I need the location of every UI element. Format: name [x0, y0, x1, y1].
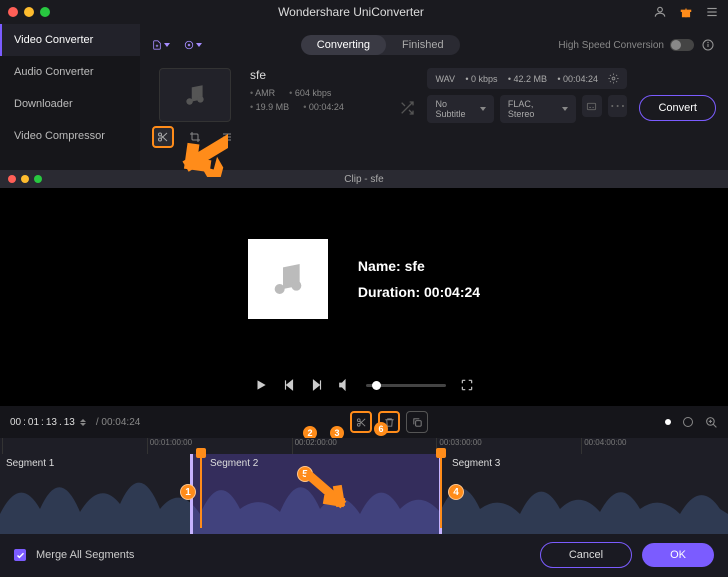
- zoom-in-icon[interactable]: [705, 416, 718, 429]
- zoom-controls: [665, 416, 718, 429]
- sidebar-item-downloader[interactable]: Downloader: [0, 88, 140, 120]
- user-icon[interactable]: [652, 4, 668, 20]
- high-speed-toggle-group: High Speed Conversion: [558, 37, 716, 53]
- zoom-marker-icon: [665, 419, 671, 425]
- subtitle-edit-icon[interactable]: [582, 95, 602, 117]
- close-window-icon[interactable]: [8, 7, 18, 17]
- segment-1-label: Segment 1: [6, 458, 54, 469]
- file-name: sfe: [250, 68, 387, 82]
- annotation-badge-1: 1: [180, 484, 196, 500]
- audio-track-select[interactable]: FLAC, Stereo: [500, 95, 576, 123]
- maximize-window-icon[interactable]: [40, 7, 50, 17]
- convert-button[interactable]: Convert: [639, 95, 716, 121]
- zoom-out-icon[interactable]: [683, 417, 693, 427]
- file-thumbnail[interactable]: [159, 68, 231, 122]
- preview-pane: Name: sfe Duration: 00:04:24: [0, 188, 728, 406]
- clip-tools: [350, 411, 428, 433]
- status-tabs: Converting Finished: [301, 35, 460, 55]
- gear-icon[interactable]: [608, 73, 619, 84]
- tab-converting[interactable]: Converting: [301, 35, 386, 55]
- window-controls: [8, 7, 50, 17]
- annotation-badge-6: 6: [374, 422, 388, 436]
- file-bitrate: 604 kbps: [289, 88, 331, 98]
- timecode-total: / 00:04:24: [96, 417, 140, 428]
- merge-checkbox[interactable]: [14, 549, 26, 561]
- preview-duration: Duration: 00:04:24: [358, 284, 480, 300]
- volume-icon[interactable]: [338, 378, 352, 392]
- volume-slider[interactable]: [366, 384, 446, 387]
- output-bitrate: 0 kbps: [465, 74, 497, 84]
- timecode-row: 00:01:13.13 / 00:04:24 2 3 6: [0, 406, 728, 438]
- output-size: 42.2 MB: [508, 74, 547, 84]
- sidebar-item-video-converter[interactable]: Video Converter: [0, 24, 140, 56]
- footer: Merge All Segments Cancel OK: [0, 534, 728, 576]
- file-duration: 00:04:24: [303, 102, 344, 112]
- minimize-window-icon[interactable]: [24, 7, 34, 17]
- cut-tool-icon[interactable]: [350, 411, 372, 433]
- tc-up-icon[interactable]: [80, 419, 86, 422]
- add-file-icon[interactable]: [152, 36, 170, 54]
- more-icon[interactable]: ⋯: [608, 95, 628, 117]
- sidebar-item-audio-converter[interactable]: Audio Converter: [0, 56, 140, 88]
- app-title: Wondershare UniConverter: [50, 5, 652, 19]
- subtitle-select[interactable]: No Subtitle: [427, 95, 493, 123]
- tc-down-icon[interactable]: [80, 423, 86, 426]
- timeline[interactable]: 00:01:00:00 00:02:00:00 00:03:00:00 00:0…: [0, 438, 728, 534]
- sidebar: Video Converter Audio Converter Download…: [0, 24, 140, 170]
- segment-2-label: Segment 2: [210, 458, 258, 469]
- playhead-end[interactable]: [436, 448, 446, 466]
- merge-label: Merge All Segments: [36, 549, 530, 561]
- output-format-box[interactable]: WAV 0 kbps 42.2 MB 00:04:24: [427, 68, 627, 89]
- file-size: 19.9 MB: [250, 102, 289, 112]
- high-speed-switch[interactable]: [670, 39, 694, 51]
- info-icon[interactable]: [700, 37, 716, 53]
- timeline-ruler: 00:01:00:00 00:02:00:00 00:03:00:00 00:0…: [0, 438, 728, 454]
- high-speed-label: High Speed Conversion: [558, 40, 664, 51]
- play-icon[interactable]: [254, 378, 268, 392]
- clip-close-icon[interactable]: [8, 175, 16, 183]
- preview-thumbnail: [248, 239, 328, 319]
- timecode-input[interactable]: 00:01:13.13: [10, 417, 86, 428]
- content-area: Converting Finished High Speed Conversio…: [140, 24, 728, 170]
- clip-minimize-icon[interactable]: [21, 175, 29, 183]
- clip-title: Clip - sfe: [344, 174, 383, 185]
- shuffle-icon: [399, 100, 415, 116]
- copy-tool-icon[interactable]: [406, 411, 428, 433]
- gift-icon[interactable]: [678, 4, 694, 20]
- segment-3-label: Segment 3: [452, 458, 500, 469]
- content-toolbar: Converting Finished High Speed Conversio…: [152, 32, 716, 58]
- add-dvd-icon[interactable]: [184, 36, 202, 54]
- titlebar: Wondershare UniConverter: [0, 0, 728, 24]
- trim-icon[interactable]: [152, 126, 174, 148]
- sidebar-item-video-compressor[interactable]: Video Compressor: [0, 120, 140, 152]
- next-frame-icon[interactable]: [310, 378, 324, 392]
- clip-maximize-icon[interactable]: [34, 175, 42, 183]
- titlebar-right: [652, 4, 720, 20]
- prev-frame-icon[interactable]: [282, 378, 296, 392]
- clip-window-header: Clip - sfe: [0, 170, 728, 188]
- file-codec: AMR: [250, 88, 275, 98]
- annotation-arrow-drag: [306, 472, 350, 512]
- output-duration: 00:04:24: [557, 74, 598, 84]
- music-note-icon: [268, 259, 308, 299]
- output-format: WAV: [435, 74, 455, 84]
- playhead-start[interactable]: [196, 448, 206, 466]
- menu-icon[interactable]: [704, 4, 720, 20]
- tab-finished[interactable]: Finished: [386, 35, 460, 55]
- annotation-badge-4: 4: [448, 484, 464, 500]
- fullscreen-icon[interactable]: [460, 378, 474, 392]
- preview-name: Name: sfe: [358, 258, 480, 274]
- annotation-arrow-trim: [176, 133, 228, 177]
- file-card: sfe AMR 604 kbps 19.9 MB 00:04:24 WAV 0 …: [152, 68, 716, 148]
- ok-button[interactable]: OK: [642, 543, 714, 567]
- cancel-button[interactable]: Cancel: [540, 542, 632, 568]
